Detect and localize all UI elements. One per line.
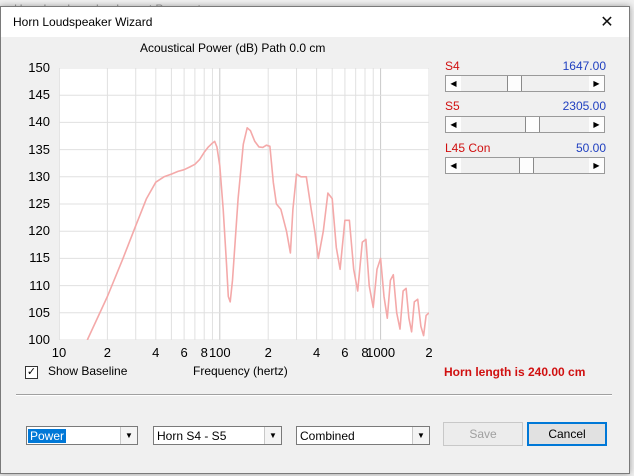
x-axis-label: Frequency (hertz)	[193, 364, 288, 378]
y-tick-label: 140	[28, 114, 50, 130]
separator	[16, 394, 612, 396]
show-baseline-checkbox[interactable]: ✓	[25, 366, 38, 379]
mode-value: Combined	[300, 429, 355, 443]
y-tick-label: 130	[28, 168, 50, 184]
chevron-down-icon[interactable]: ▼	[120, 427, 137, 444]
x-tick-label: 4	[152, 345, 160, 360]
chevron-down-icon[interactable]: ▼	[264, 427, 281, 444]
title-bar: Horn Loudspeaker Wizard ✕	[1, 7, 629, 37]
cancel-button[interactable]: Cancel	[527, 422, 607, 446]
plot-title: Acoustical Power (dB) Path 0.0 cm	[140, 41, 326, 55]
slider-l45-label: L45 Con	[445, 141, 491, 155]
x-tick-label: 2	[103, 345, 112, 360]
save-button[interactable]: Save	[443, 422, 523, 446]
x-tick-label: 2	[264, 345, 272, 360]
y-tick-label: 145	[28, 87, 50, 103]
y-tick-label: 100	[28, 332, 50, 347]
scroll-left-icon[interactable]: ◀	[446, 158, 461, 173]
slider-l45[interactable]: ◀ ▶	[445, 157, 605, 174]
slider-s4-thumb[interactable]	[507, 76, 522, 91]
slider-s5-label: S5	[445, 99, 460, 113]
slider-s4[interactable]: ◀ ▶	[445, 75, 605, 92]
window-title: Horn Loudspeaker Wizard	[13, 15, 153, 29]
scroll-right-icon[interactable]: ▶	[589, 158, 604, 173]
x-tick-label: 1000	[366, 345, 396, 360]
mode-select[interactable]: Combined ▼	[296, 426, 430, 445]
x-tick-label: 4	[312, 345, 321, 360]
scroll-left-icon[interactable]: ◀	[446, 76, 461, 91]
check-icon: ✓	[26, 366, 37, 378]
y-tick-label: 125	[28, 196, 50, 211]
slider-s5-thumb[interactable]	[525, 117, 541, 132]
scroll-left-icon[interactable]: ◀	[446, 117, 461, 132]
acoustical-power-chart	[59, 68, 429, 340]
close-icon: ✕	[600, 14, 614, 31]
x-tick-label: 6	[180, 345, 188, 360]
slider-s4-value: 1647.00	[562, 59, 606, 73]
y-tick-label: 105	[28, 304, 50, 320]
section-value: Horn S4 - S5	[157, 429, 227, 443]
slider-s4-label: S4	[445, 59, 460, 73]
chevron-down-icon[interactable]: ▼	[412, 427, 429, 444]
show-baseline-label[interactable]: Show Baseline	[48, 364, 127, 378]
y-tick-label: 135	[28, 141, 50, 157]
close-button[interactable]: ✕	[585, 7, 629, 37]
horn-length-readout: Horn length is 240.00 cm	[444, 365, 586, 379]
y-tick-label: 150	[28, 60, 50, 75]
section-select[interactable]: Horn S4 - S5 ▼	[153, 426, 282, 445]
slider-s5-value: 2305.00	[562, 99, 606, 113]
slider-l45-value: 50.00	[575, 141, 606, 155]
x-tick-label: 10	[51, 345, 67, 360]
x-tick-label: 100	[208, 345, 231, 360]
view-type-select[interactable]: Power ▼	[26, 426, 138, 445]
view-type-value: Power	[28, 429, 67, 443]
y-tick-label: 110	[29, 277, 50, 293]
x-tick-label: 2	[425, 345, 433, 360]
scroll-right-icon[interactable]: ▶	[589, 117, 604, 132]
x-tick-label: 8	[200, 345, 208, 360]
y-tick-label: 120	[28, 223, 50, 239]
slider-l45-thumb[interactable]	[518, 158, 534, 173]
x-tick-label: 6	[341, 345, 349, 360]
scroll-right-icon[interactable]: ▶	[589, 76, 604, 91]
slider-s5[interactable]: ◀ ▶	[445, 116, 605, 133]
y-tick-label: 115	[29, 250, 50, 266]
